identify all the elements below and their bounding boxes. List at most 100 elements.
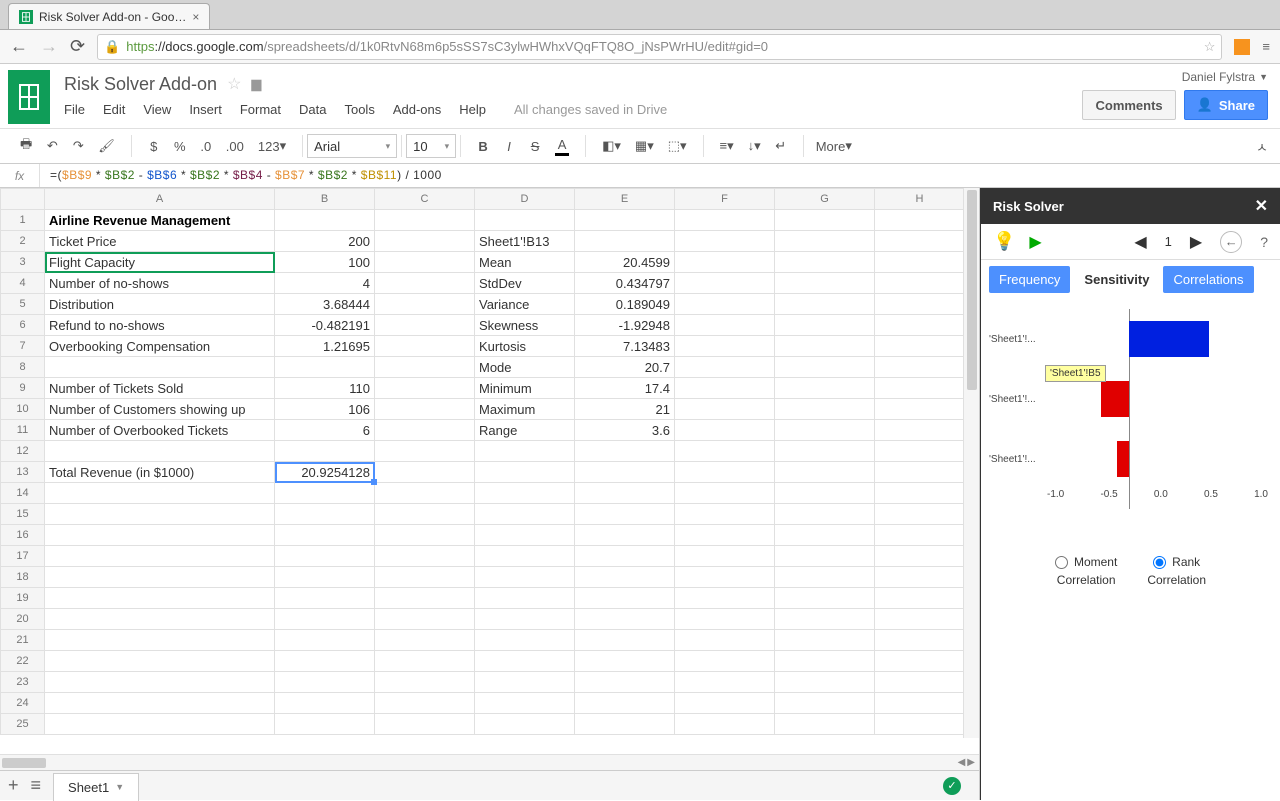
cell-A11[interactable]: Number of Overbooked Tickets <box>45 420 275 441</box>
font-size-select[interactable]: 10▾ <box>406 134 456 158</box>
add-sheet-button[interactable]: + <box>8 775 19 796</box>
cell-E5[interactable]: 0.189049 <box>575 294 675 315</box>
cell-F13[interactable] <box>675 462 775 483</box>
play-icon[interactable]: ▶ <box>1029 232 1041 252</box>
chart-bar[interactable] <box>1101 381 1129 417</box>
cell-B14[interactable] <box>275 483 375 504</box>
cell-G11[interactable] <box>775 420 875 441</box>
explore-button[interactable]: ✓ <box>943 777 961 795</box>
cell-H14[interactable] <box>875 483 965 504</box>
cell-A12[interactable] <box>45 441 275 462</box>
print-icon[interactable]: 🖶 <box>16 134 36 158</box>
cell-H17[interactable] <box>875 546 965 567</box>
dec-decrease-icon[interactable]: .0 <box>196 134 216 158</box>
cell-C13[interactable] <box>375 462 475 483</box>
cell-G21[interactable] <box>775 630 875 651</box>
cell-B21[interactable] <box>275 630 375 651</box>
cell-D20[interactable] <box>475 609 575 630</box>
cell-F16[interactable] <box>675 525 775 546</box>
cell-F21[interactable] <box>675 630 775 651</box>
reload-button[interactable]: ⟳ <box>70 36 85 57</box>
cell-H12[interactable] <box>875 441 965 462</box>
cell-G4[interactable] <box>775 273 875 294</box>
cell-H22[interactable] <box>875 651 965 672</box>
cell-G7[interactable] <box>775 336 875 357</box>
cell-D1[interactable] <box>475 210 575 231</box>
cell-A18[interactable] <box>45 567 275 588</box>
cell-E7[interactable]: 7.13483 <box>575 336 675 357</box>
horizontal-scrollbar[interactable]: ◀▶ <box>0 754 979 770</box>
currency-icon[interactable]: $ <box>144 134 164 158</box>
number-format-select[interactable]: 123 ▾ <box>254 134 290 158</box>
comments-button[interactable]: Comments <box>1082 90 1175 120</box>
menu-tools[interactable]: Tools <box>344 102 374 117</box>
cell-C14[interactable] <box>375 483 475 504</box>
cell-D17[interactable] <box>475 546 575 567</box>
spreadsheet-grid[interactable]: ABCDEFGH1Airline Revenue Management2Tick… <box>0 188 979 754</box>
cell-D9[interactable]: Minimum <box>475 378 575 399</box>
borders-icon[interactable]: ▦▾ <box>631 134 658 158</box>
cell-F20[interactable] <box>675 609 775 630</box>
italic-icon[interactable]: I <box>499 134 519 158</box>
lightbulb-icon[interactable]: 💡 <box>993 231 1015 252</box>
cell-E9[interactable]: 17.4 <box>575 378 675 399</box>
cell-B9[interactable]: 110 <box>275 378 375 399</box>
cell-F22[interactable] <box>675 651 775 672</box>
cell-E23[interactable] <box>575 672 675 693</box>
moment-correlation-radio[interactable]: Moment Correlation <box>1055 555 1117 587</box>
cell-A22[interactable] <box>45 651 275 672</box>
chart-bar[interactable] <box>1117 441 1129 477</box>
cell-C5[interactable] <box>375 294 475 315</box>
cell-D13[interactable] <box>475 462 575 483</box>
more-button[interactable]: More ▾ <box>808 134 860 158</box>
cell-F15[interactable] <box>675 504 775 525</box>
cell-B5[interactable]: 3.68444 <box>275 294 375 315</box>
cell-B13[interactable]: 20.9254128 <box>275 462 375 483</box>
tab-frequency[interactable]: Frequency <box>989 266 1070 293</box>
cell-C3[interactable] <box>375 252 475 273</box>
cell-A2[interactable]: Ticket Price <box>45 231 275 252</box>
cell-F10[interactable] <box>675 399 775 420</box>
cell-B2[interactable]: 200 <box>275 231 375 252</box>
cell-D10[interactable]: Maximum <box>475 399 575 420</box>
cell-A13[interactable]: Total Revenue (in $1000) <box>45 462 275 483</box>
chrome-menu-icon[interactable]: ≡ <box>1262 39 1270 54</box>
cell-G6[interactable] <box>775 315 875 336</box>
cell-G14[interactable] <box>775 483 875 504</box>
cell-D8[interactable]: Mode <box>475 357 575 378</box>
cell-A6[interactable]: Refund to no-shows <box>45 315 275 336</box>
cell-C21[interactable] <box>375 630 475 651</box>
doc-title[interactable]: Risk Solver Add-on <box>64 74 217 95</box>
vertical-scrollbar[interactable] <box>963 188 979 738</box>
cell-H5[interactable] <box>875 294 965 315</box>
cell-C11[interactable] <box>375 420 475 441</box>
cell-D2[interactable]: Sheet1'!B13 <box>475 231 575 252</box>
cell-G13[interactable] <box>775 462 875 483</box>
menu-insert[interactable]: Insert <box>189 102 222 117</box>
menu-edit[interactable]: Edit <box>103 102 125 117</box>
cell-G20[interactable] <box>775 609 875 630</box>
wrap-icon[interactable]: ↵ <box>771 134 791 158</box>
cell-H1[interactable] <box>875 210 965 231</box>
cell-E16[interactable] <box>575 525 675 546</box>
cell-D15[interactable] <box>475 504 575 525</box>
undo-icon[interactable]: ↶ <box>42 134 62 158</box>
cell-E15[interactable] <box>575 504 675 525</box>
cell-H21[interactable] <box>875 630 965 651</box>
cell-A21[interactable] <box>45 630 275 651</box>
cell-B15[interactable] <box>275 504 375 525</box>
browser-tab[interactable]: Risk Solver Add-on - Goo… × <box>8 3 210 29</box>
cell-C23[interactable] <box>375 672 475 693</box>
cell-G25[interactable] <box>775 714 875 735</box>
cell-G10[interactable] <box>775 399 875 420</box>
all-sheets-button[interactable]: ≡ <box>31 775 42 796</box>
cell-C10[interactable] <box>375 399 475 420</box>
formula-input[interactable]: =($B$9 * $B$2 - $B$6 * $B$2 * $B$4 - $B$… <box>40 168 452 183</box>
cell-A19[interactable] <box>45 588 275 609</box>
cell-C20[interactable] <box>375 609 475 630</box>
cell-D5[interactable]: Variance <box>475 294 575 315</box>
cell-H6[interactable] <box>875 315 965 336</box>
cell-H13[interactable] <box>875 462 965 483</box>
cell-E20[interactable] <box>575 609 675 630</box>
cell-H11[interactable] <box>875 420 965 441</box>
